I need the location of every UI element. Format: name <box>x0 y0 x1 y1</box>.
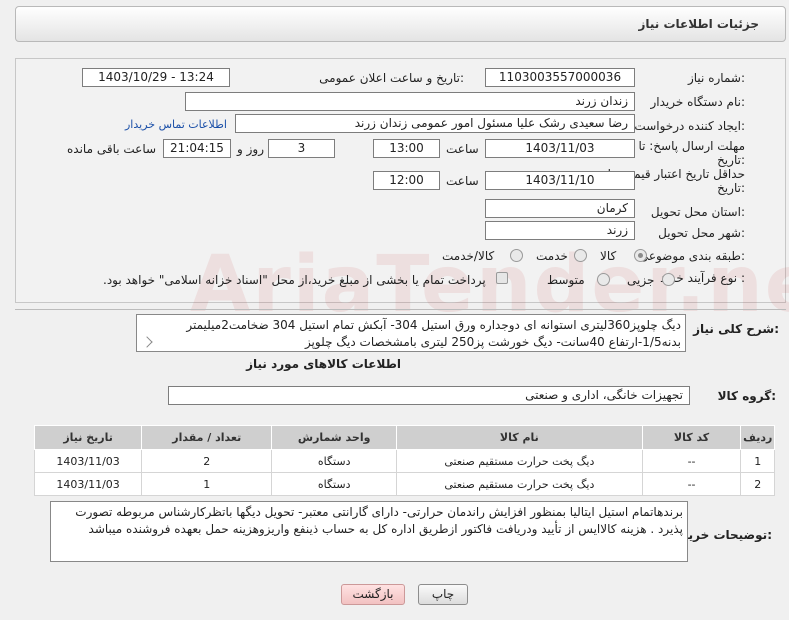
buyer-org-field: زندان زرند <box>185 92 635 111</box>
page-header: جزئیات اطلاعات نیاز <box>15 6 786 42</box>
cell-name: دیگ پخت حرارت مستقیم صنعتی <box>396 449 643 473</box>
buyer-notes-textarea[interactable]: برندهاتمام استیل ایتالیا بمنظور افزایش ر… <box>50 501 688 562</box>
cell-unit: دستگاه <box>271 472 398 496</box>
table-row: 2 -- دیگ پخت حرارت مستقیم صنعتی دستگاه 1… <box>33 472 775 496</box>
cell-date: 1403/11/03 <box>33 472 143 496</box>
back-button[interactable]: بازگشت <box>341 584 405 605</box>
validity-time-field: 12:00 <box>373 171 440 190</box>
process-radio-medium[interactable] <box>597 273 610 286</box>
reply-date-field: 1403/11/03 <box>485 139 635 158</box>
treasury-payment-checkbox[interactable] <box>496 272 508 284</box>
requester-label: ایجاد کننده درخواست: <box>634 119 745 133</box>
process-option-minor: جزیی <box>627 273 655 287</box>
col-date: تاریخ نیاز <box>33 425 143 450</box>
category-radio-goods-service[interactable] <box>510 249 523 262</box>
days-field: 3 <box>268 139 335 158</box>
category-radio-goods[interactable] <box>634 249 647 262</box>
cell-unit: دستگاه <box>271 449 398 473</box>
reply-time-field: 13:00 <box>373 139 440 158</box>
cell-row: 1 <box>740 449 775 473</box>
remaining-time-field: 21:04:15 <box>163 139 231 158</box>
table-row: 1 -- دیگ پخت حرارت مستقیم صنعتی دستگاه 2… <box>33 449 775 473</box>
announce-datetime-label: تاریخ و ساعت اعلان عمومی: <box>319 71 464 85</box>
cell-name: دیگ پخت حرارت مستقیم صنعتی <box>396 472 643 496</box>
page-title: جزئیات اطلاعات نیاز <box>638 17 759 31</box>
days-label: روز و <box>237 142 264 156</box>
category-option-service: خدمت <box>536 249 568 263</box>
treasury-payment-note: پرداخت تمام یا بخشی از مبلغ خرید،از محل … <box>103 273 486 287</box>
reply-time-label: ساعت <box>446 142 479 156</box>
cell-code: -- <box>641 472 742 496</box>
city-field: زرند <box>485 221 635 240</box>
process-option-medium: متوسط <box>547 273 585 287</box>
need-number-label: شماره نیاز: <box>687 71 745 85</box>
category-option-goods: کالا <box>600 249 617 263</box>
goods-group-field: تجهیزات خانگی، اداری و صنعتی <box>168 386 690 405</box>
print-button[interactable]: چاپ <box>418 584 468 605</box>
buyer-contact-link[interactable]: اطلاعات تماس خریدار <box>125 118 227 131</box>
requester-field: رضا سعیدی رشک علیا مسئول امور عمومی زندا… <box>235 114 635 133</box>
reply-deadline-label: مهلت ارسال پاسخ: تا <box>638 139 745 153</box>
category-label: طبقه بندی موضوعی: <box>638 249 745 263</box>
divider <box>15 309 786 310</box>
remaining-time-label: ساعت باقی مانده <box>67 142 157 156</box>
goods-group-label: گروه کالا: <box>717 389 776 403</box>
cell-date: 1403/11/03 <box>33 449 143 473</box>
description-label: شرح کلی نیاز: <box>693 322 779 336</box>
validity-time-label: ساعت <box>446 174 479 188</box>
need-number-field: 1103003557000036 <box>485 68 635 87</box>
city-label: شهر محل تحویل: <box>658 226 745 240</box>
announce-datetime-field: 1403/10/29 - 13:24 <box>82 68 230 87</box>
col-unit: واحد شمارش <box>271 425 398 450</box>
price-validity-date-label: تاریخ: <box>717 181 745 195</box>
province-field: کرمان <box>485 199 635 218</box>
col-row: ردیف <box>740 425 775 450</box>
reply-deadline-date-label: تاریخ: <box>717 153 745 167</box>
col-qty: تعداد / مقدار <box>141 425 273 450</box>
province-label: استان محل تحویل: <box>650 205 745 219</box>
cell-qty: 2 <box>141 449 273 473</box>
goods-table: ردیف کد کالا نام کالا واحد شمارش تعداد /… <box>33 425 775 496</box>
category-option-goods-service: کالا/خدمت <box>442 249 495 263</box>
col-name: نام کالا <box>396 425 643 450</box>
goods-section-title: اطلاعات کالاهای مورد نیاز <box>246 357 401 371</box>
process-radio-minor[interactable] <box>662 273 675 286</box>
cell-code: -- <box>641 449 742 473</box>
category-radio-service[interactable] <box>574 249 587 262</box>
description-textarea[interactable]: دیگ چلوپز360لیتری استوانه ای دوجداره ورق… <box>136 314 686 352</box>
cell-row: 2 <box>740 472 775 496</box>
validity-date-field: 1403/11/10 <box>485 171 635 190</box>
cell-qty: 1 <box>141 472 273 496</box>
table-header-row: ردیف کد کالا نام کالا واحد شمارش تعداد /… <box>33 425 775 450</box>
col-code: کد کالا <box>641 425 742 450</box>
buyer-org-label: نام دستگاه خریدار: <box>650 95 746 109</box>
